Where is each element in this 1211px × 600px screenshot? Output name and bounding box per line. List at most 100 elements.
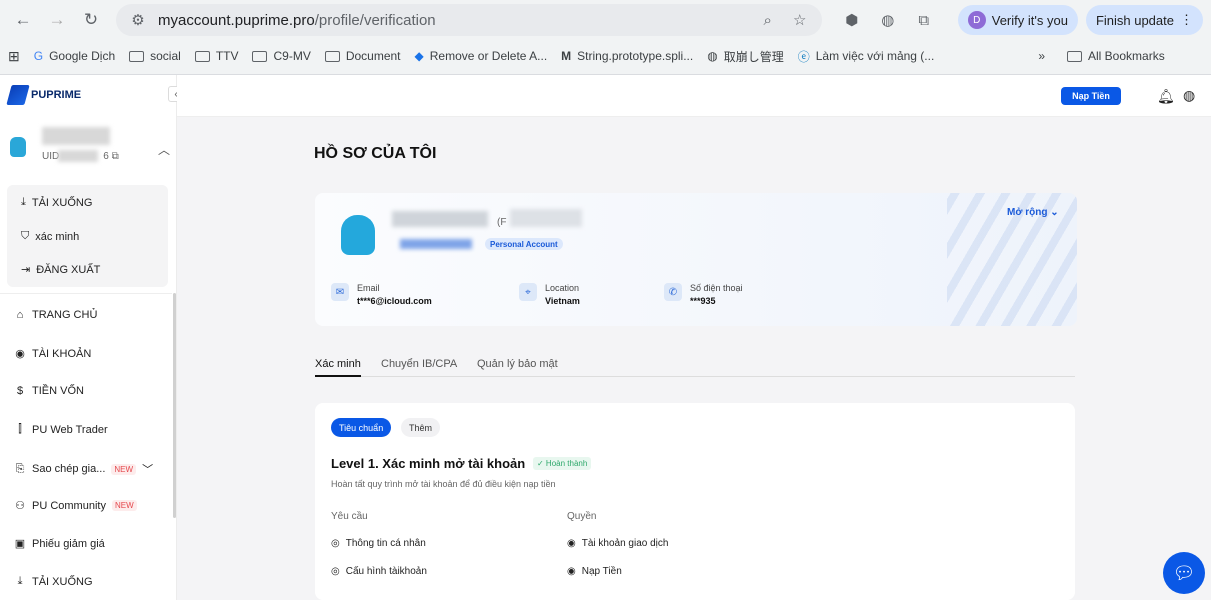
more-bookmarks-icon[interactable]: » xyxy=(1038,49,1045,63)
bookmark-item[interactable]: ⓔ Làm việc với mảng (... xyxy=(798,48,935,65)
folder-icon xyxy=(194,50,210,62)
level-description: Hoàn tất quy trình mở tài khoản để đủ đi… xyxy=(331,479,556,489)
profile-tabs: Xác minh Chuyển IB/CPA Quản lý bảo mật xyxy=(315,355,1075,377)
bookmark-label: C9-MV xyxy=(273,49,311,63)
submenu-logout[interactable]: ⇥ ĐĂNG XUẤT xyxy=(21,263,100,277)
nav-account[interactable]: ◉ TÀI KHOẢN xyxy=(14,347,91,361)
folder-icon xyxy=(129,50,145,62)
mdn-icon: M xyxy=(561,49,572,63)
bookmark-star-icon[interactable]: ☆ xyxy=(788,8,812,32)
profile-card: (F Personal Account Mở rộng ⌄ ✉ Email t**… xyxy=(315,193,1077,326)
main-content: Nạp Tiền 🔔︎ ◍ HỒ SƠ CỦA TÔI (F Personal … xyxy=(177,75,1211,600)
bookmark-item[interactable]: ◆ Remove or Delete A... xyxy=(415,49,548,63)
user-name-redacted xyxy=(42,127,110,145)
top-bar: Nạp Tiền 🔔︎ ◍ xyxy=(177,75,1211,117)
brand-logo[interactable]: PUPRIME xyxy=(6,85,82,105)
shield-icon: ⛉ xyxy=(21,230,30,242)
folder-icon xyxy=(1067,50,1082,62)
segment-standard[interactable]: Tiêu chuẩn xyxy=(331,418,392,437)
user-avatar xyxy=(10,137,26,157)
profile-name-redacted xyxy=(510,209,582,227)
address-bar[interactable]: ⚙ myaccount.puprime.pro/profile/verifica… xyxy=(116,4,822,36)
logo-mark-icon xyxy=(6,85,30,105)
bookmark-label: All Bookmarks xyxy=(1088,49,1165,63)
edge-icon: ⓔ xyxy=(797,49,810,64)
bookmark-label: Document xyxy=(345,49,401,63)
diamond-icon: ◆ xyxy=(414,49,424,63)
sidebar-scrollbar[interactable] xyxy=(173,293,176,518)
bookmark-item[interactable]: ◍ 取崩し管理 xyxy=(707,48,784,65)
profile-avatar: D xyxy=(967,11,986,29)
deposit-button[interactable]: Nạp Tiền xyxy=(1061,87,1121,105)
bell-icon[interactable]: 🔔︎ xyxy=(1157,88,1175,105)
chevron-up-icon[interactable]: ︿ xyxy=(158,141,170,158)
bookmark-folder[interactable]: TTV xyxy=(194,49,238,63)
nav-coupons[interactable]: ▣ Phiếu giảm giá xyxy=(14,537,105,551)
reload-icon[interactable]: ↻ xyxy=(76,5,106,35)
bookmark-label: Remove or Delete A... xyxy=(429,49,548,63)
browser-chrome: ← → ↻ ⚙ myaccount.puprime.pro/profile/ve… xyxy=(0,0,1211,75)
requirements-header: Yêu cầu xyxy=(331,511,368,522)
bookmark-item[interactable]: G Google Dịch xyxy=(34,49,115,63)
finish-update-button[interactable]: Finish update ⋮ xyxy=(1085,5,1203,35)
tab-verification[interactable]: Xác minh xyxy=(315,358,361,377)
profile-verify-button[interactable]: D Verify it's you xyxy=(957,5,1078,35)
nav-home[interactable]: ⌂ TRANG CHỦ xyxy=(14,309,98,321)
location-pin-icon: ⌖ xyxy=(519,283,537,301)
account-type-badge: Personal Account xyxy=(485,238,563,250)
profile-name-redacted xyxy=(392,211,488,227)
bookmark-label: social xyxy=(150,49,181,63)
bookmark-folder[interactable]: C9-MV xyxy=(252,49,311,63)
bookmark-item[interactable]: M String.prototype.spli... xyxy=(561,49,693,63)
zoom-icon[interactable]: ⌕ xyxy=(756,8,780,32)
url-text[interactable]: myaccount.puprime.pro/profile/verificati… xyxy=(158,12,748,29)
dollar-icon: $ xyxy=(16,385,24,397)
copy-icon: ⧉ xyxy=(111,151,119,162)
chat-support-icon[interactable]: 💬︎ xyxy=(1163,552,1205,594)
check-circle-icon: ◎ xyxy=(331,538,340,549)
page-title: HỒ SƠ CỦA TÔI xyxy=(314,145,437,162)
extension-shield-icon[interactable]: ⬢ xyxy=(840,8,864,32)
email-icon: ✉ xyxy=(331,283,349,301)
requirement-item: ◎ Thông tin cá nhân xyxy=(331,538,426,549)
user-submenu: ⤓ TẢI XUỐNG ⛉ xác minh ⇥ ĐĂNG XUẤT xyxy=(7,185,168,287)
tab-security[interactable]: Quản lý bảo mật xyxy=(477,358,558,370)
rights-header: Quyền xyxy=(567,511,597,522)
site-settings-icon[interactable]: ⚙ xyxy=(126,8,150,32)
tab-ib-cpa[interactable]: Chuyển IB/CPA xyxy=(381,358,457,370)
coupon-icon: ▣ xyxy=(14,538,26,550)
user-profile[interactable]: UID 6 ⧉ ︿ xyxy=(10,127,170,167)
bookmark-folder[interactable]: social xyxy=(129,49,181,63)
account-icon: ◉ xyxy=(567,538,576,549)
user-circle-icon: ◉ xyxy=(15,348,25,360)
brand-name: PUPRIME xyxy=(31,89,82,101)
requirement-item: ◎ Cấu hình tàikhoản xyxy=(331,566,427,577)
nav-web-trader[interactable]: ⫿ PU Web Trader xyxy=(14,423,107,436)
check-circle-icon: ◎ xyxy=(331,566,340,577)
nav-copy-trading[interactable]: ⎘ Sao chép giа... NEW ﹀ xyxy=(14,461,153,477)
globe-icon[interactable]: ◍ xyxy=(1183,87,1195,104)
email-info: ✉ Email t***6@icloud.com xyxy=(331,283,432,306)
expand-link[interactable]: Mở rộng ⌄ xyxy=(1007,207,1059,218)
translate-icon: G xyxy=(33,49,44,63)
back-icon[interactable]: ← xyxy=(8,5,38,35)
nav-funds[interactable]: $ TIỀN VỐN xyxy=(14,385,84,397)
new-badge: NEW xyxy=(111,463,137,475)
bookmarks-bar: ⊞ G Google Dịch social TTV C9-MV Document… xyxy=(0,40,1211,72)
phone-icon: ✆ xyxy=(664,283,682,301)
all-bookmarks-folder[interactable]: All Bookmarks xyxy=(1067,49,1165,63)
submenu-verify[interactable]: ⛉ xác minh xyxy=(21,230,79,243)
folder-icon xyxy=(252,50,268,62)
status-badge: ✓ Hoàn thành xyxy=(533,457,592,470)
sidebar: PUPRIME ‹ UID 6 ⧉ ︿ ⤓ TẢI XUỐNG ⛉ xác minh … xyxy=(0,75,184,600)
segment-more[interactable]: Thêm xyxy=(401,418,441,437)
nav-community[interactable]: ⚇ PU Community NEW xyxy=(14,499,137,512)
forward-icon[interactable]: → xyxy=(42,5,72,35)
extension-globe-icon[interactable]: ◍ xyxy=(876,8,900,32)
nav-download[interactable]: ⤓ TẢI XUỐNG xyxy=(14,575,93,588)
apps-grid-icon[interactable]: ⊞ xyxy=(8,48,20,65)
extensions-puzzle-icon[interactable]: ⧉ xyxy=(912,8,936,32)
community-icon: ⚇ xyxy=(15,500,25,512)
bookmark-folder[interactable]: Document xyxy=(324,49,401,63)
submenu-download[interactable]: ⤓ TẢI XUỐNG xyxy=(21,196,92,209)
